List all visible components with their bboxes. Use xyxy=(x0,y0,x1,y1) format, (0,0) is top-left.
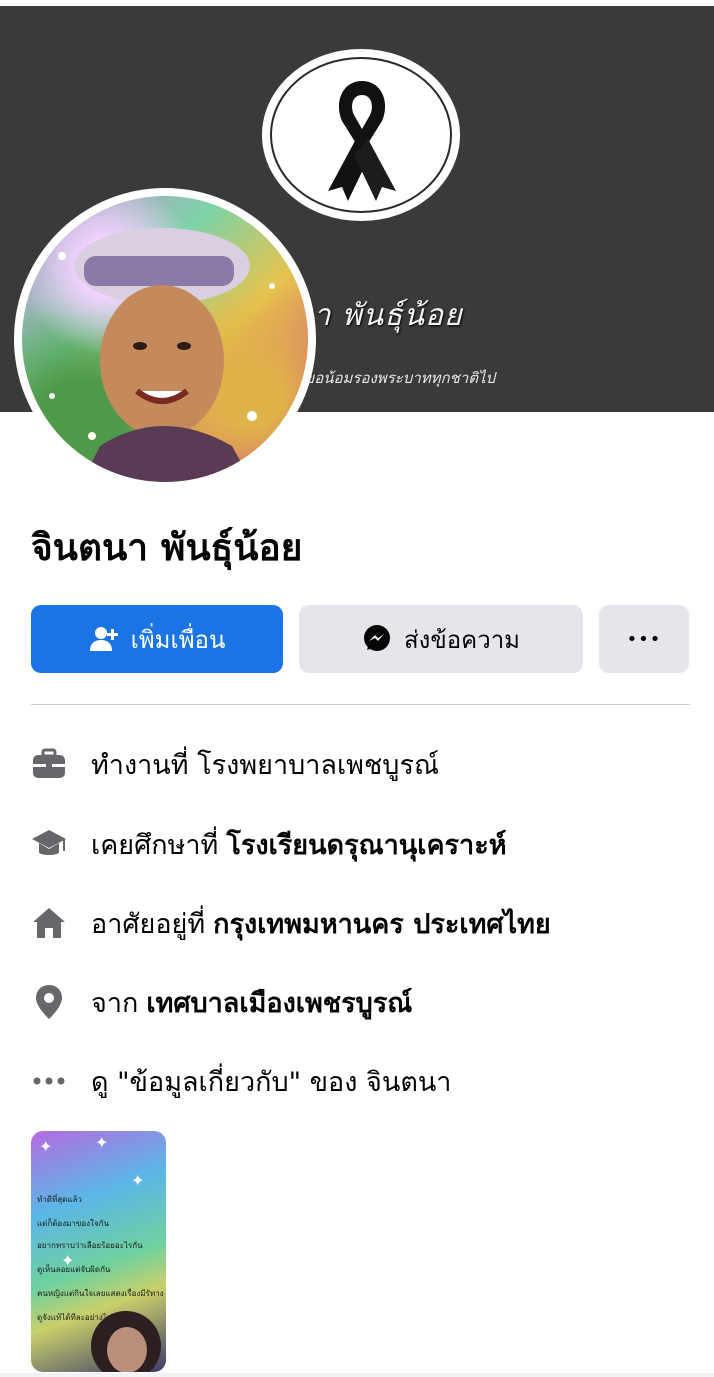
add-friend-label: เพิ่มเพื่อน xyxy=(130,625,226,654)
message-button[interactable]: ส่งข้อความ xyxy=(299,605,583,673)
info-from: จาก เทศบาลเมืองเพชรบูรณ์ xyxy=(31,982,412,1022)
info-education: เคยศึกษาที่ โรงเรียนดรุณานุเคราะห์ xyxy=(31,824,507,864)
divider xyxy=(31,704,690,705)
bottom-edge xyxy=(0,1373,714,1377)
black-ribbon-icon xyxy=(328,81,396,201)
info-lives: อาศัยอยู่ที่ กรุงเทพมหานคร ประเทศไทย xyxy=(31,903,551,943)
more-dots-label: ••• xyxy=(626,628,662,650)
profile-name: จินตนา พันธ์ุน้อย xyxy=(31,526,303,569)
about-link-text: ดู "ข้อมูลเกี่ยวกับ" ของ จินตนา xyxy=(91,1066,452,1098)
story-line: ดูเห็นลอยแต่จับผิดกัน xyxy=(37,1265,111,1274)
briefcase-icon xyxy=(31,746,67,782)
from-prefix: จาก xyxy=(91,987,139,1019)
add-friend-icon xyxy=(89,625,119,653)
story-line: คนหญิงแต่กินใจเลยแสดงเรื่องมีรัทาง xyxy=(37,1289,164,1298)
location-pin-icon xyxy=(31,984,67,1020)
cover-name-text: นา พันธุ์น้อย xyxy=(292,298,463,333)
story-line: ทำดีที่สุดแล้ว xyxy=(37,1195,82,1204)
education-link[interactable]: โรงเรียนดรุณานุเคราะห์ xyxy=(226,823,506,866)
story-avatar-face xyxy=(107,1327,147,1372)
sparkle-icon: ✦ xyxy=(95,1133,109,1152)
lives-prefix: อาศัยอยู่ที่ xyxy=(91,908,206,940)
cover-subtitle-text: ขอน้อมรองพระบาททุกชาติไป xyxy=(304,369,496,387)
more-dots-icon xyxy=(31,1063,67,1099)
avatar xyxy=(22,196,308,482)
message-label: ส่งข้อความ xyxy=(403,625,520,654)
story-line: อยากทราบว่าเลือยร้อยอะไรกัน xyxy=(37,1241,143,1250)
sparkle-icon: ✦ xyxy=(39,1137,53,1156)
work-text: ทำงานที่ โรงพยาบาลเพชบูรณ์ xyxy=(91,749,439,781)
sparkle-icon: ✦ xyxy=(131,1171,145,1190)
lives-link[interactable]: กรุงเทพมหานคร ประเทศไทย xyxy=(213,902,551,945)
story-line: แต่ก็ต้องมาของใจกัน xyxy=(37,1219,109,1228)
more-options-button[interactable]: ••• xyxy=(599,605,689,673)
info-work: ทำงานที่ โรงพยาบาลเพชบูรณ์ xyxy=(31,744,439,784)
from-link[interactable]: เทศบาลเมืองเพชรบูรณ์ xyxy=(146,981,412,1024)
home-icon xyxy=(31,905,67,941)
add-friend-button[interactable]: เพิ่มเพื่อน xyxy=(31,605,283,673)
graduation-cap-icon xyxy=(31,826,67,862)
messenger-icon xyxy=(362,624,392,654)
info-about[interactable]: ดู "ข้อมูลเกี่ยวกับ" ของ จินตนา xyxy=(31,1061,451,1101)
featured-story[interactable]: ✦ ✦ ✦ ✦ ทำดีที่สุดแล้ว แต่ก็ต้องมาของใจก… xyxy=(31,1131,166,1372)
education-prefix: เคยศึกษาที่ xyxy=(91,829,219,861)
profile-picture[interactable] xyxy=(14,188,316,490)
